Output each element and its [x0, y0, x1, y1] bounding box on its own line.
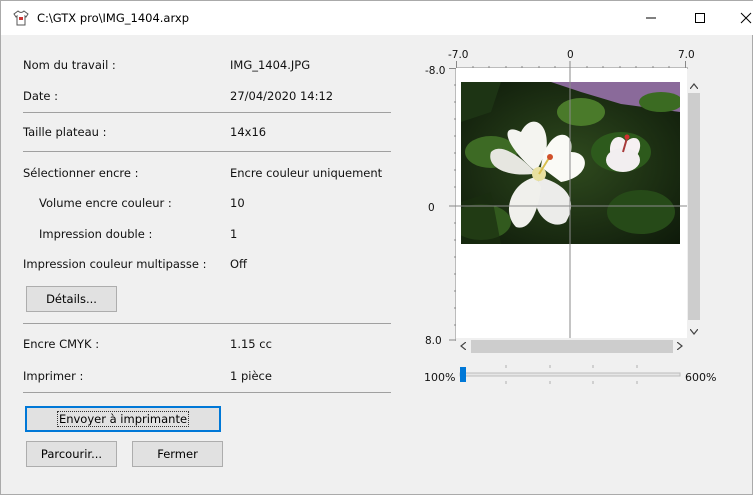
maximize-button[interactable]: [677, 1, 723, 35]
details-button[interactable]: Détails...: [26, 286, 117, 312]
date-value: 27/04/2020 14:12: [230, 89, 334, 103]
separator: [23, 151, 391, 152]
title-bar[interactable]: C:\GTX pro\IMG_1404.arxp: [1, 1, 753, 35]
center-crosshair: [456, 68, 687, 340]
ruler-x-mid-label: 0: [567, 49, 574, 61]
zoom-min-label: 100%: [424, 371, 456, 384]
browse-button[interactable]: Parcourir...: [26, 441, 117, 467]
zoom-slider-thumb[interactable]: [460, 367, 466, 382]
close-window-button[interactable]: [723, 1, 753, 35]
zoom-slider[interactable]: [459, 363, 681, 391]
separator: [23, 392, 391, 393]
send-to-printer-button[interactable]: Envoyer à imprimante: [25, 406, 221, 432]
double-print-label: Impression double :: [39, 227, 153, 241]
ink-select-label: Sélectionner encre :: [23, 166, 139, 180]
ruler-y-mid-label: 0: [428, 202, 435, 214]
multipass-value: Off: [230, 257, 247, 271]
color-ink-volume-label: Volume encre couleur :: [39, 196, 172, 210]
tshirt-app-icon: [13, 10, 29, 26]
ruler-x-left-label: -7.0: [448, 49, 469, 61]
scroll-left-icon[interactable]: [460, 341, 467, 353]
multipass-label: Impression couleur multipasse :: [23, 257, 207, 271]
color-ink-volume-value: 10: [230, 196, 245, 210]
date-label: Date :: [23, 89, 59, 103]
vertical-scroll-thumb[interactable]: [688, 93, 700, 320]
horizontal-scrollbar[interactable]: [456, 338, 687, 355]
details-button-label: Détails...: [46, 292, 97, 306]
print-count-label: Imprimer :: [23, 369, 84, 383]
maximize-icon: [695, 13, 705, 23]
vertical-scrollbar[interactable]: [687, 74, 701, 340]
double-print-value: 1: [230, 227, 238, 241]
close-button[interactable]: Fermer: [132, 441, 223, 467]
minimize-button[interactable]: [628, 1, 674, 35]
send-to-printer-label: Envoyer à imprimante: [56, 411, 190, 427]
job-name-label: Nom du travail :: [23, 58, 116, 72]
scroll-right-icon[interactable]: [676, 341, 683, 353]
browse-button-label: Parcourir...: [40, 447, 103, 461]
window-title: C:\GTX pro\IMG_1404.arxp: [37, 11, 189, 25]
minimize-icon: [646, 17, 656, 19]
ink-select-value: Encre couleur uniquement: [230, 166, 383, 180]
close-icon: [740, 12, 752, 24]
ruler-x-right-label: 7.0: [678, 49, 695, 61]
platen-size-label: Taille plateau :: [23, 125, 107, 139]
separator: [23, 323, 391, 324]
cmyk-ink-value: 1.15 cc: [230, 337, 272, 351]
ruler-y-bottom-label: 8.0: [425, 335, 442, 347]
platen-size-value: 14x16: [230, 125, 267, 139]
print-dialog-window: C:\GTX pro\IMG_1404.arxp Nom du travail …: [0, 0, 753, 495]
cmyk-ink-label: Encre CMYK :: [23, 337, 100, 351]
separator: [23, 112, 391, 113]
zoom-slider-track: [459, 365, 681, 384]
scroll-down-icon[interactable]: [689, 328, 699, 338]
horizontal-scroll-thumb[interactable]: [471, 340, 673, 353]
close-button-label: Fermer: [157, 447, 198, 461]
print-count-value: 1 pièce: [230, 369, 272, 383]
scroll-up-icon[interactable]: [689, 82, 699, 92]
job-name-value: IMG_1404.JPG: [230, 58, 311, 72]
zoom-max-label: 600%: [685, 371, 717, 384]
ruler-y-top-label: -8.0: [425, 65, 446, 77]
